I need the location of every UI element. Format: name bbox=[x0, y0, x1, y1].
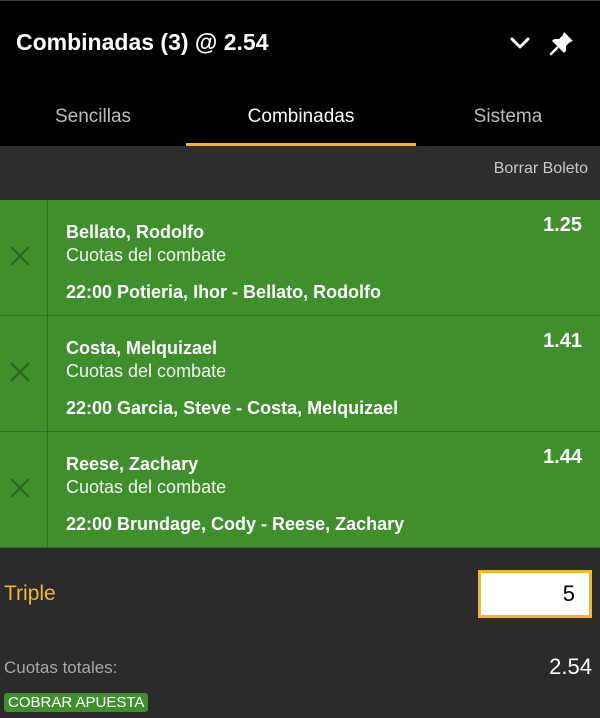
cashout-button[interactable]: COBRAR APUESTA bbox=[4, 693, 149, 712]
betslip-header: Combinadas (3) @ 2.54 bbox=[0, 0, 600, 88]
chevron-down-icon[interactable] bbox=[508, 31, 532, 55]
selection-name: Bellato, Rodolfo bbox=[66, 222, 204, 242]
selection-event: 22:00 Brundage, Cody - Reese, Zachary bbox=[66, 514, 405, 534]
total-odds-value: 2.54 bbox=[549, 654, 592, 679]
bet-type-tabs: Sencillas Combinadas Sistema bbox=[0, 88, 600, 146]
tab-sistema[interactable]: Sistema bbox=[416, 88, 600, 146]
selection-market: Cuotas del combate bbox=[66, 361, 227, 381]
selection-odds: 1.44 bbox=[543, 446, 582, 468]
selection-odds: 1.25 bbox=[543, 214, 582, 236]
selection-row: Reese, Zachary Cuotas del combate 22:00 … bbox=[0, 432, 600, 548]
stake-input[interactable] bbox=[478, 570, 592, 618]
selection-market: Cuotas del combate bbox=[66, 477, 227, 497]
tab-label: Sistema bbox=[473, 106, 543, 127]
betslip-toolbar: Borrar Boleto bbox=[0, 146, 600, 200]
selection-odds: 1.41 bbox=[543, 330, 582, 352]
tab-label: Combinadas bbox=[247, 106, 355, 127]
bet-type-label: Triple bbox=[4, 582, 56, 605]
selection-row: Costa, Melquizael Cuotas del combate 22:… bbox=[0, 316, 600, 432]
tab-combinadas[interactable]: Combinadas bbox=[186, 88, 416, 146]
pin-icon[interactable] bbox=[548, 29, 576, 57]
close-icon bbox=[10, 246, 30, 266]
total-odds-label: Cuotas totales: bbox=[4, 658, 118, 677]
selection-event: 22:00 Potieria, Ihor - Bellato, Rodolfo bbox=[66, 282, 382, 302]
remove-selection-button[interactable] bbox=[0, 432, 48, 548]
stake-panel: Triple Cuotas totales: 2.54 COBRAR APUES… bbox=[0, 548, 600, 718]
selection-market: Cuotas del combate bbox=[66, 245, 227, 265]
remove-selection-button[interactable] bbox=[0, 316, 48, 432]
close-icon bbox=[10, 362, 30, 382]
tab-label: Sencillas bbox=[54, 106, 132, 127]
tab-sencillas[interactable]: Sencillas bbox=[0, 88, 186, 146]
selection-name: Costa, Melquizael bbox=[66, 338, 218, 358]
remove-selection-button[interactable] bbox=[0, 200, 48, 316]
close-icon bbox=[10, 478, 30, 498]
selection-name: Reese, Zachary bbox=[66, 454, 199, 474]
selection-row: Bellato, Rodolfo Cuotas del combate 22:0… bbox=[0, 200, 600, 316]
betslip-title: Combinadas (3) @ 2.54 bbox=[16, 29, 269, 55]
clear-betslip-button[interactable]: Borrar Boleto bbox=[494, 160, 588, 178]
selection-event: 22:00 Garcia, Steve - Costa, Melquizael bbox=[66, 398, 399, 418]
